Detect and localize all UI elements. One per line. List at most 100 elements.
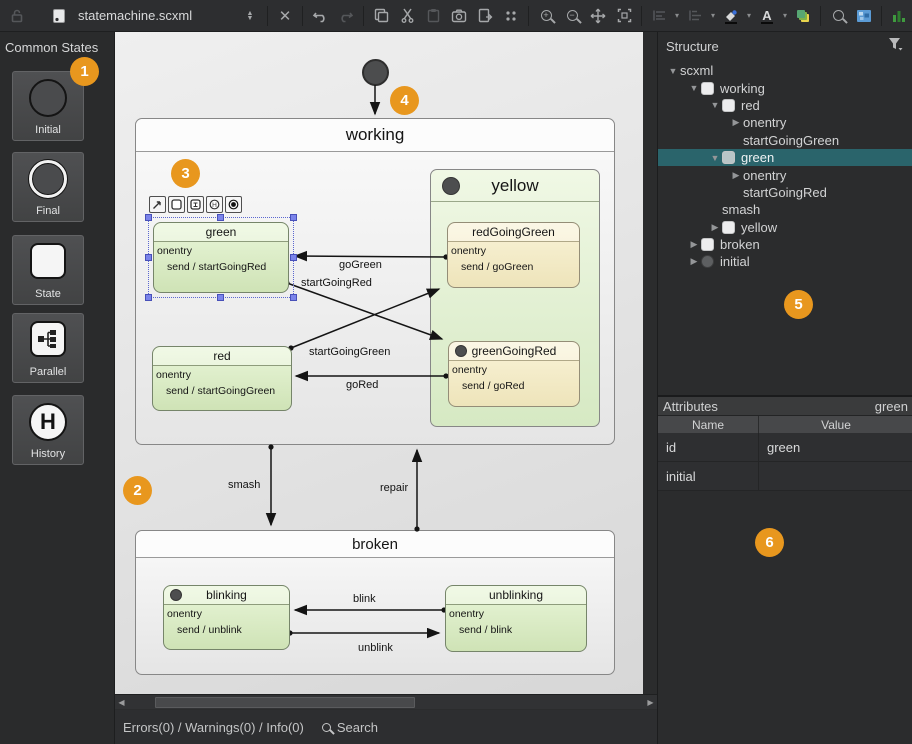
resize-handle-s[interactable] xyxy=(217,294,224,301)
resize-handle-nw[interactable] xyxy=(145,214,152,221)
state-blinking-title[interactable]: blinking xyxy=(164,586,289,605)
color-theme-icon[interactable] xyxy=(790,4,816,28)
state-redGoingGreen[interactable]: redGoingGreen onentry send / goGreen xyxy=(447,222,580,288)
transition-unblink[interactable]: unblink xyxy=(358,642,393,654)
search-icon[interactable] xyxy=(825,4,851,28)
transition-goGreen[interactable]: goGreen xyxy=(339,259,382,271)
tree-item-yellow[interactable]: ▶yellow xyxy=(658,219,912,236)
redo-icon[interactable] xyxy=(333,4,359,28)
navigator-icon[interactable] xyxy=(851,4,877,28)
resize-handle-n[interactable] xyxy=(217,214,224,221)
file-switcher-spinner[interactable]: ▲▼ xyxy=(237,4,263,28)
column-name: Name xyxy=(658,416,759,433)
tree-item-initial[interactable]: ▶initial xyxy=(658,253,912,270)
filter-icon[interactable] xyxy=(888,37,903,56)
tree-item-smash[interactable]: smash xyxy=(658,201,912,218)
adjust-icon[interactable] xyxy=(682,4,708,28)
statistics-icon[interactable] xyxy=(886,4,912,28)
transition-blink[interactable]: blink xyxy=(353,593,376,605)
tree-item-startGoingGreen[interactable]: startGoingGreen xyxy=(658,132,912,149)
export-image-icon[interactable] xyxy=(472,4,498,28)
font-color-dropdown-icon[interactable]: ▾ xyxy=(780,11,790,20)
svg-text:H: H xyxy=(212,202,217,209)
expand-down-icon[interactable]: ▼ xyxy=(687,83,701,93)
palette-state[interactable]: State xyxy=(12,235,84,305)
scroll-left-icon[interactable]: ◀ xyxy=(115,696,128,709)
expand-right-icon[interactable]: ▶ xyxy=(729,117,743,128)
tree-item-onentry[interactable]: ▶onentry xyxy=(658,166,912,183)
screenshot-icon[interactable] xyxy=(446,4,472,28)
pan-icon[interactable] xyxy=(585,4,611,28)
transition-startGoingRed[interactable]: startGoingRed xyxy=(301,277,372,289)
transition-startGoingGreen[interactable]: startGoingGreen xyxy=(309,346,390,358)
transition-tool-icon[interactable] xyxy=(149,196,166,213)
attribute-value[interactable]: green xyxy=(759,433,912,461)
undo-icon[interactable] xyxy=(307,4,333,28)
state-green-title[interactable]: green xyxy=(154,223,288,242)
state-greenGoingRed-title[interactable]: greenGoingRed xyxy=(449,342,579,361)
expand-right-icon[interactable]: ▶ xyxy=(687,256,701,267)
close-document-icon[interactable]: ✕ xyxy=(272,4,298,28)
transition-smash[interactable]: smash xyxy=(228,479,260,491)
final-tool-icon[interactable] xyxy=(225,196,242,213)
state-blinking[interactable]: blinking onentry send / unblink xyxy=(163,585,290,650)
lock-icon[interactable] xyxy=(4,4,30,28)
resize-handle-se[interactable] xyxy=(290,294,297,301)
state-red-title[interactable]: red xyxy=(153,347,291,366)
expand-right-icon[interactable]: ▶ xyxy=(729,170,743,181)
state-redGoingGreen-title[interactable]: redGoingGreen xyxy=(448,223,579,242)
parallel-tool-icon[interactable] xyxy=(187,196,204,213)
issues-toggle[interactable]: Errors(0) / Warnings(0) / Info(0) xyxy=(123,720,304,735)
state-chart-canvas[interactable]: working yellow broken xyxy=(115,32,643,694)
state-red[interactable]: red onentry send / startGoingGreen xyxy=(152,346,292,411)
fill-color-icon[interactable] xyxy=(718,4,744,28)
document-icon xyxy=(46,4,72,28)
state-node-icon xyxy=(701,238,714,251)
state-unblinking[interactable]: unblinking onentry send / blink xyxy=(445,585,587,652)
expand-down-icon[interactable]: ▼ xyxy=(708,100,722,110)
tree-item-broken[interactable]: ▶broken xyxy=(658,236,912,253)
cut-icon[interactable] xyxy=(394,4,420,28)
align-icon[interactable] xyxy=(646,4,672,28)
align-dropdown-icon[interactable]: ▾ xyxy=(672,11,682,20)
resize-handle-w[interactable] xyxy=(145,254,152,261)
fit-to-view-icon[interactable] xyxy=(611,4,637,28)
paste-icon[interactable] xyxy=(420,4,446,28)
expand-right-icon[interactable]: ▶ xyxy=(708,222,722,233)
horizontal-scroll-thumb[interactable] xyxy=(155,697,415,708)
state-unblinking-title[interactable]: unblinking xyxy=(446,586,586,605)
horizontal-scrollbar[interactable]: ◀ ▶ xyxy=(115,694,657,709)
transition-repair[interactable]: repair xyxy=(380,482,408,494)
adjust-dropdown-icon[interactable]: ▾ xyxy=(708,11,718,20)
font-color-icon[interactable]: A xyxy=(754,4,780,28)
fill-color-dropdown-icon[interactable]: ▾ xyxy=(744,11,754,20)
scroll-right-icon[interactable]: ▶ xyxy=(644,696,657,709)
open-file-name[interactable]: statemachine.scxml xyxy=(78,8,237,23)
state-tool-icon[interactable] xyxy=(168,196,185,213)
copy-icon[interactable] xyxy=(368,4,394,28)
zoom-out-icon[interactable]: − xyxy=(559,4,585,28)
tree-item-green[interactable]: ▼green xyxy=(658,149,912,166)
expand-right-icon[interactable]: ▶ xyxy=(687,239,701,250)
resize-handle-ne[interactable] xyxy=(290,214,297,221)
tree-item-working[interactable]: ▼working xyxy=(658,79,912,96)
expand-down-icon[interactable]: ▼ xyxy=(708,153,722,163)
state-greenGoingRed[interactable]: greenGoingRed onentry send / goRed xyxy=(448,341,580,407)
resize-handle-sw[interactable] xyxy=(145,294,152,301)
tree-item-scxml[interactable]: ▼scxml xyxy=(658,62,912,79)
palette-final[interactable]: Final xyxy=(12,152,84,222)
transition-goRed[interactable]: goRed xyxy=(346,379,378,391)
zoom-in-icon[interactable]: + xyxy=(533,4,559,28)
state-green[interactable]: green onentry send / startGoingRed xyxy=(153,222,289,293)
resize-handle-e[interactable] xyxy=(290,254,297,261)
palette-parallel[interactable]: Parallel xyxy=(12,313,84,383)
search-toggle[interactable]: Search xyxy=(322,720,378,735)
palette-history[interactable]: H History xyxy=(12,395,84,465)
snap-grid-icon[interactable] xyxy=(498,4,524,28)
attribute-value[interactable] xyxy=(759,462,912,490)
expand-down-icon[interactable]: ▼ xyxy=(666,66,680,76)
history-tool-icon[interactable]: H xyxy=(206,196,223,213)
tree-item-onentry[interactable]: ▶onentry xyxy=(658,114,912,131)
tree-item-startGoingRed[interactable]: startGoingRed xyxy=(658,184,912,201)
tree-item-red[interactable]: ▼red xyxy=(658,97,912,114)
